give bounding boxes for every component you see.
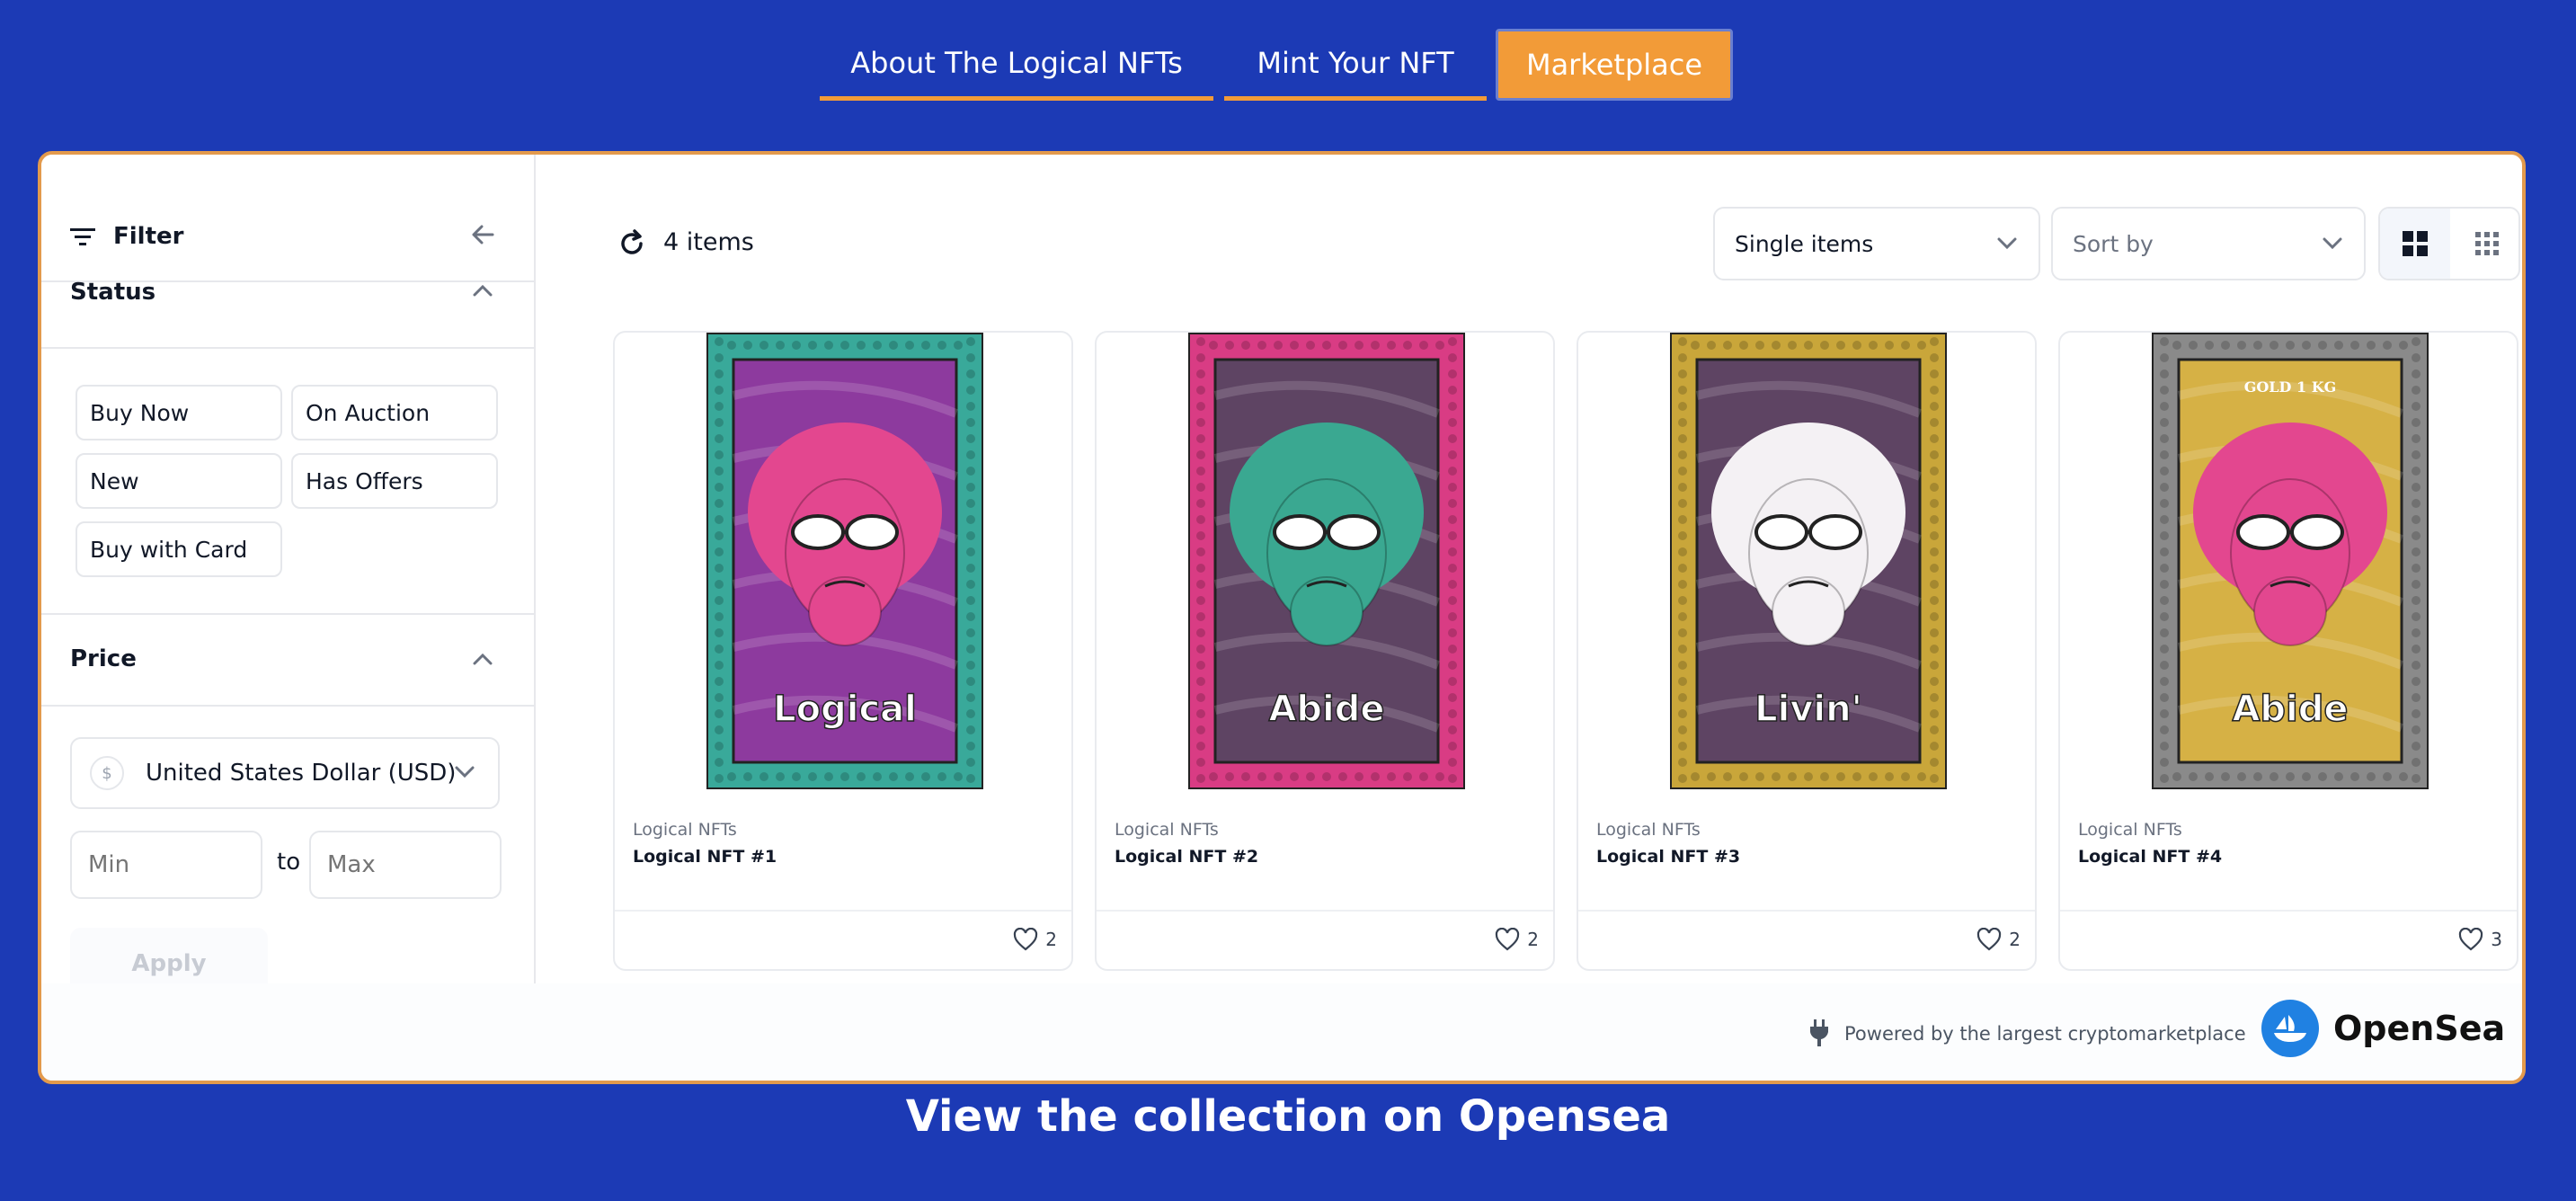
items-count: 4 items [663, 228, 754, 256]
sort-select[interactable]: Sort by [2051, 207, 2366, 280]
favorite-button[interactable]: 2 [1013, 928, 1057, 951]
card-footer: 2 [1097, 910, 1553, 969]
price-max-input[interactable] [309, 831, 502, 899]
svg-text:Logical: Logical [773, 689, 917, 730]
filter-sidebar: Filter Status Buy Now On Auction New Has… [41, 155, 536, 983]
marketplace-panel: Filter Status Buy Now On Auction New Has… [38, 151, 2526, 1084]
collapse-left-arrow-icon[interactable] [469, 221, 496, 248]
divider [41, 705, 534, 707]
favorite-count: 2 [2009, 929, 2021, 950]
powered-by-text: Powered by the largest cryptomarketplace [1844, 1023, 2246, 1045]
chevron-down-icon [455, 766, 475, 778]
nft-card[interactable]: GOLD 1 KG Abide Logical NFTs Logical NFT … [2058, 331, 2518, 971]
listing-type-label: Single items [1735, 230, 1874, 257]
card-collection[interactable]: Logical NFTs [2078, 820, 2182, 840]
apply-button[interactable]: Apply [70, 928, 268, 983]
powered-by-bar: Powered by the largest cryptomarketplace… [41, 983, 2522, 1081]
nft-card[interactable]: Abide Logical NFTs Logical NFT #2 2 [1095, 331, 1555, 971]
tab-about[interactable]: About The Logical NFTs [820, 29, 1213, 101]
card-collection[interactable]: Logical NFTs [1596, 820, 1701, 840]
svg-text:Livin': Livin' [1754, 689, 1862, 730]
currency-label: United States Dollar (USD) [146, 760, 457, 787]
card-collection[interactable]: Logical NFTs [1115, 820, 1219, 840]
status-buy-with-card-button[interactable]: Buy with Card [76, 521, 282, 577]
favorite-count: 3 [2491, 929, 2502, 950]
listing-type-select[interactable]: Single items [1713, 207, 2040, 280]
chevron-up-icon [473, 653, 493, 665]
chevron-down-icon [1997, 237, 2017, 250]
view-collection-link[interactable]: View the collection on Opensea [0, 1091, 2576, 1142]
status-section-header[interactable]: Status [41, 279, 534, 349]
dollar-icon: $ [90, 756, 124, 790]
top-nav: About The Logical NFTs Mint Your NFT Mar… [0, 29, 2576, 101]
small-grid-icon [2475, 232, 2499, 255]
sort-label: Sort by [2073, 230, 2154, 257]
svg-text:Abide: Abide [2232, 689, 2348, 730]
filter-label: Filter [113, 223, 184, 250]
favorite-button[interactable]: 3 [2458, 928, 2502, 951]
card-name: Logical NFT #1 [633, 847, 777, 867]
nft-artwork-image: Abide [1188, 333, 1465, 789]
card-collection[interactable]: Logical NFTs [633, 820, 737, 840]
large-grid-view-button[interactable] [2380, 209, 2450, 279]
price-min-input[interactable] [70, 831, 262, 899]
nft-artwork-image: Livin' [1670, 333, 1947, 789]
currency-select[interactable]: $ United States Dollar (USD) [70, 737, 500, 809]
nft-artwork-image: Logical [706, 333, 983, 789]
svg-text:Abide: Abide [1268, 689, 1384, 730]
status-on-auction-button[interactable]: On Auction [291, 385, 498, 440]
status-has-offers-button[interactable]: Has Offers [291, 453, 498, 509]
status-new-button[interactable]: New [76, 453, 282, 509]
refresh-icon[interactable] [617, 228, 647, 259]
status-buy-now-button[interactable]: Buy Now [76, 385, 282, 440]
card-footer: 2 [615, 910, 1071, 969]
card-name: Logical NFT #3 [1596, 847, 1741, 867]
nft-card[interactable]: Logical Logical NFTs Logical NFT #1 2 [613, 331, 1073, 971]
heart-icon [1977, 928, 2002, 951]
card-footer: 2 [1578, 910, 2035, 969]
plug-icon [1810, 1019, 1828, 1046]
tab-mint[interactable]: Mint Your NFT [1224, 29, 1487, 101]
card-name: Logical NFT #4 [2078, 847, 2223, 867]
to-label: to [277, 849, 301, 876]
favorite-button[interactable]: 2 [1495, 928, 1539, 951]
divider [41, 613, 534, 615]
heart-icon [1496, 928, 1520, 951]
nft-card[interactable]: Livin' Logical NFTs Logical NFT #3 2 [1577, 331, 2037, 971]
chevron-up-icon [473, 284, 493, 297]
svg-text:GOLD 1 KG: GOLD 1 KG [2244, 378, 2337, 396]
favorite-count: 2 [1045, 929, 1057, 950]
card-name: Logical NFT #2 [1115, 847, 1259, 867]
price-title: Price [70, 645, 137, 672]
chevron-down-icon [2323, 237, 2342, 250]
heart-icon [2459, 928, 2483, 951]
results-area: 4 items Single items Sort by Logical Log… [537, 155, 2522, 983]
nft-artwork-image: GOLD 1 KG Abide [2152, 333, 2429, 789]
filter-header: Filter [41, 155, 534, 282]
favorite-button[interactable]: 2 [1976, 928, 2021, 951]
card-footer: 3 [2060, 910, 2517, 969]
opensea-brand[interactable]: OpenSea [2333, 1009, 2505, 1048]
status-title: Status [70, 279, 156, 306]
heart-icon [1014, 928, 1038, 951]
small-grid-view-button[interactable] [2452, 209, 2518, 279]
tab-marketplace[interactable]: Marketplace [1496, 29, 1733, 101]
view-toggle [2378, 207, 2520, 280]
filter-icon [70, 228, 95, 245]
favorite-count: 2 [1527, 929, 1539, 950]
opensea-logo-icon[interactable] [2261, 1000, 2319, 1057]
large-grid-icon [2403, 231, 2428, 256]
